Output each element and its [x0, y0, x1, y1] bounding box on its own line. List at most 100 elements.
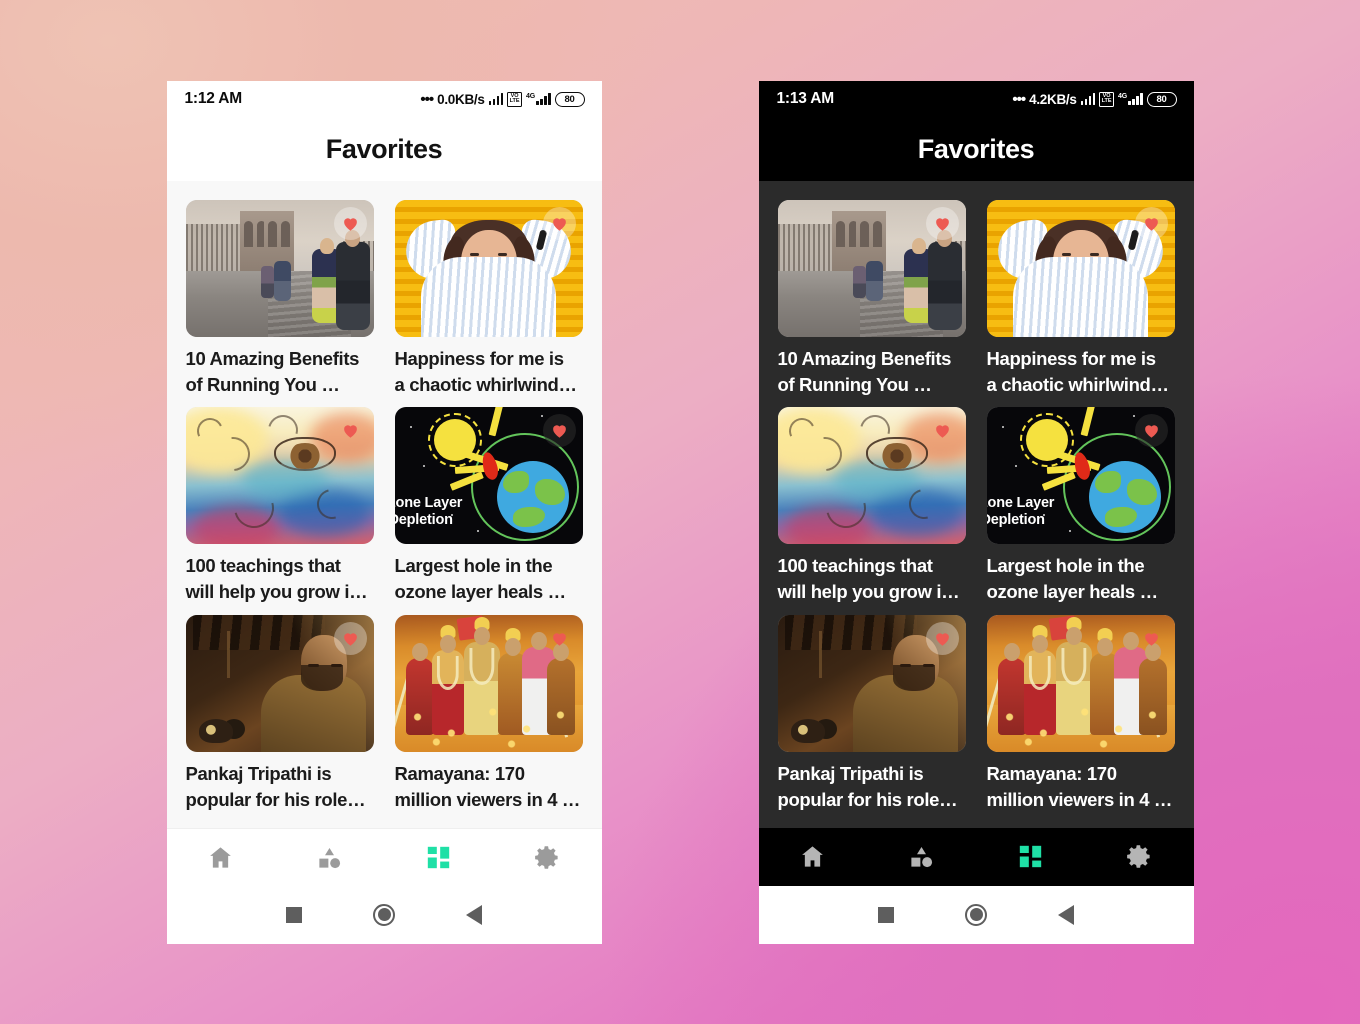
- recents-square-icon: [286, 906, 302, 923]
- favorite-heart-button[interactable]: [1134, 206, 1168, 240]
- card-thumbnail[interactable]: zone Layer Depletion: [986, 407, 1175, 545]
- favorite-heart-button[interactable]: [1134, 414, 1168, 448]
- favorite-heart-button[interactable]: [926, 414, 959, 447]
- status-bar-indicators: ••• 0.0KB/s VO LTE 4G 80: [420, 90, 585, 108]
- network-speed-label: 4.2KB/s: [1029, 91, 1077, 107]
- recents-button[interactable]: [249, 906, 339, 923]
- card-thumbnail[interactable]: [185, 199, 374, 337]
- network-speed-label: 0.0KB/s: [437, 91, 485, 107]
- favorite-heart-button[interactable]: [333, 206, 367, 240]
- favorites-grid: 10 Amazing Benefits of Running You … Hap…: [777, 199, 1175, 814]
- status-dots-icon: •••: [1012, 90, 1026, 108]
- list-item[interactable]: Happiness for me is a chaotic whirlwind…: [986, 199, 1175, 399]
- card-thumbnail[interactable]: [185, 614, 374, 752]
- card-title: Happiness for me is a chaotic whirlwind…: [986, 347, 1169, 395]
- heart-icon: [343, 217, 357, 231]
- nav-item-favorites[interactable]: [976, 828, 1085, 886]
- app-bar: Favorites: [166, 117, 602, 181]
- recents-button[interactable]: [841, 906, 931, 923]
- status-bar-clock: 1:13 AM: [776, 90, 835, 107]
- nav-item-categories[interactable]: [867, 828, 976, 886]
- mobile-data-icon: 4G: [526, 93, 551, 105]
- nav-item-home[interactable]: [759, 828, 868, 886]
- favorites-content[interactable]: 10 Amazing Benefits of Running You … Hap…: [166, 180, 602, 828]
- image-overlay-caption: zone Layer Depletion: [394, 494, 463, 529]
- back-button[interactable]: [1021, 904, 1111, 925]
- page-title: Favorites: [325, 133, 443, 164]
- favorites-content[interactable]: 10 Amazing Benefits of Running You … Hap…: [758, 180, 1194, 828]
- heart-icon: [343, 425, 357, 438]
- heart-icon: [1144, 632, 1158, 646]
- android-system-navigation-bar: [166, 885, 602, 944]
- list-item[interactable]: Ramayana: 170 million viewers in 4 …: [986, 614, 1175, 814]
- favorite-heart-button[interactable]: [925, 621, 959, 655]
- card-title: Happiness for me is a chaotic whirlwind…: [394, 347, 577, 395]
- signal-bars-icon-2: [536, 93, 551, 105]
- list-item[interactable]: Ramayana: 170 million viewers in 4 …: [394, 614, 583, 814]
- favorite-heart-button[interactable]: [334, 414, 367, 447]
- heart-icon: [935, 425, 949, 438]
- shapes-icon: [319, 847, 341, 868]
- card-title: Pankaj Tripathi is popular for his role…: [185, 762, 366, 810]
- nav-item-categories[interactable]: [275, 829, 384, 886]
- card-thumbnail[interactable]: [777, 407, 966, 545]
- list-item[interactable]: Pankaj Tripathi is popular for his role…: [777, 614, 966, 814]
- nav-item-favorites[interactable]: [384, 829, 493, 886]
- favorite-heart-button[interactable]: [542, 206, 576, 240]
- card-title: Pankaj Tripathi is popular for his role…: [777, 762, 958, 810]
- battery-icon: 80: [1146, 91, 1177, 107]
- list-item[interactable]: 10 Amazing Benefits of Running You …: [777, 199, 966, 399]
- nav-item-settings[interactable]: [493, 829, 602, 886]
- card-title: Largest hole in the ozone layer heals …: [394, 555, 567, 603]
- home-circle-icon: [373, 903, 395, 926]
- battery-icon: 80: [554, 91, 585, 107]
- status-bar: 1:12 AM ••• 0.0KB/s VO LTE 4G 80: [166, 80, 602, 118]
- shapes-icon: [911, 846, 933, 868]
- heart-icon: [552, 425, 566, 438]
- card-thumbnail[interactable]: zone Layer Depletion: [394, 407, 583, 545]
- card-thumbnail[interactable]: [394, 199, 583, 337]
- card-thumbnail[interactable]: [986, 199, 1175, 337]
- card-thumbnail[interactable]: [394, 614, 583, 752]
- heart-icon: [552, 217, 566, 231]
- list-item[interactable]: zone Layer Depletion Largest hole in the…: [986, 407, 1175, 606]
- home-button[interactable]: [339, 903, 429, 926]
- heart-icon: [552, 632, 566, 646]
- signal-bars-icon-1: [488, 93, 504, 105]
- favorite-heart-button[interactable]: [1135, 622, 1168, 655]
- favorite-heart-button[interactable]: [542, 414, 576, 448]
- heart-icon: [1144, 217, 1158, 231]
- favorite-heart-button[interactable]: [925, 206, 959, 240]
- card-thumbnail[interactable]: [185, 407, 374, 545]
- list-item[interactable]: Happiness for me is a chaotic whirlwind…: [394, 199, 583, 399]
- phone-dark-theme: 1:13 AM ••• 4.2KB/s VO LTE 4G 80 Favorite…: [758, 80, 1194, 944]
- signal-bars-icon-1: [1080, 93, 1096, 105]
- card-thumbnail[interactable]: [986, 614, 1175, 752]
- heart-icon: [343, 632, 357, 646]
- page-title: Favorites: [917, 133, 1035, 164]
- dual-phone-mockup: 1:12 AM ••• 0.0KB/s VO LTE 4G 80 Favorite…: [0, 0, 1360, 1024]
- list-item[interactable]: 100 teachings that will help you grow i…: [777, 407, 966, 606]
- home-button[interactable]: [931, 903, 1021, 926]
- list-item[interactable]: Pankaj Tripathi is popular for his role…: [185, 614, 374, 814]
- nav-item-settings[interactable]: [1085, 828, 1194, 886]
- card-title: 100 teachings that will help you grow i…: [185, 555, 368, 603]
- signal-bars-icon-2: [1128, 93, 1143, 105]
- grid-dashboard-icon: [427, 846, 450, 868]
- back-button[interactable]: [429, 904, 519, 925]
- list-item[interactable]: zone Layer Depletion Largest hole in the…: [394, 407, 583, 606]
- favorite-heart-button[interactable]: [543, 622, 576, 655]
- home-icon: [210, 846, 232, 868]
- back-triangle-icon: [1058, 904, 1074, 925]
- favorite-heart-button[interactable]: [333, 621, 367, 655]
- card-thumbnail[interactable]: [777, 614, 966, 752]
- card-title: Ramayana: 170 million viewers in 4 …: [986, 762, 1173, 810]
- status-dots-icon: •••: [420, 90, 434, 108]
- list-item[interactable]: 10 Amazing Benefits of Running You …: [185, 199, 374, 399]
- recents-square-icon: [878, 906, 894, 923]
- phone-light-theme: 1:12 AM ••• 0.0KB/s VO LTE 4G 80 Favorite…: [166, 80, 602, 944]
- list-item[interactable]: 100 teachings that will help you grow i…: [185, 407, 374, 606]
- nav-item-home[interactable]: [167, 829, 276, 886]
- card-thumbnail[interactable]: [777, 199, 966, 337]
- bottom-navigation-bar: [166, 827, 602, 886]
